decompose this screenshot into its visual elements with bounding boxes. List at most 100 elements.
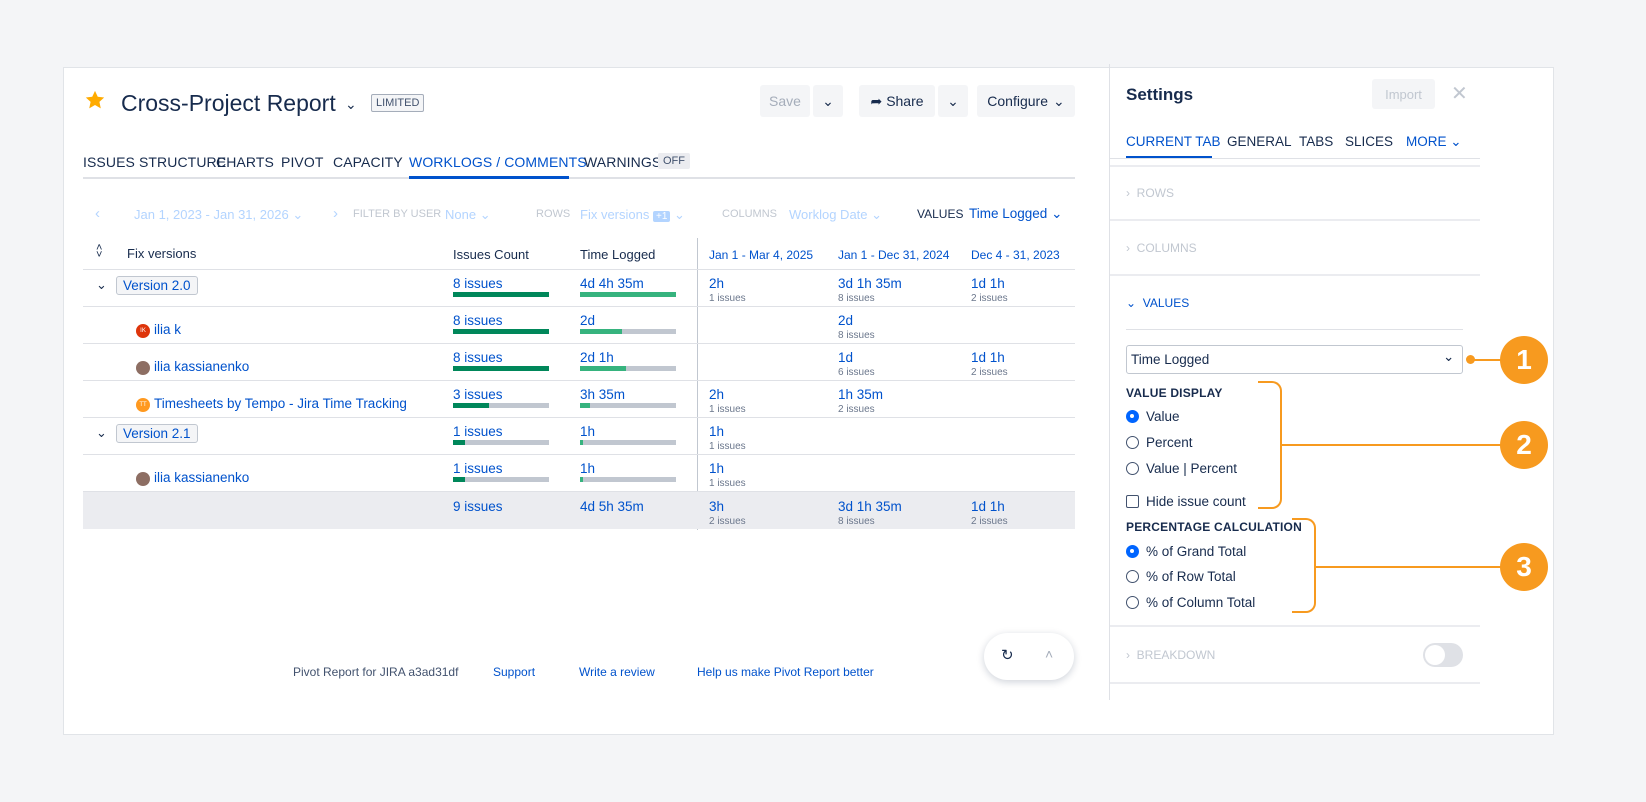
total-time-link[interactable]: 4d 5h 35m: [580, 499, 644, 514]
date-range-picker[interactable]: Jan 1, 2023 - Jan 31, 2026 ⌄: [134, 207, 303, 223]
radio-value[interactable]: Value: [1126, 409, 1180, 424]
settings-tab-tabs[interactable]: TABS: [1299, 134, 1333, 149]
time-logged-link[interactable]: 2d: [580, 313, 595, 328]
period-value-link[interactable]: 1h 35m: [838, 387, 883, 402]
breakdown-toggle[interactable]: [1423, 643, 1463, 667]
tab-pivot[interactable]: PIVOT: [281, 154, 324, 170]
period-value-link[interactable]: 1d 1h: [971, 350, 1005, 365]
import-button[interactable]: Import: [1372, 79, 1435, 109]
chevron-down-icon: ⌄: [479, 207, 491, 222]
total-issues-link[interactable]: 9 issues: [453, 499, 503, 514]
period-value-link[interactable]: 1h: [709, 424, 724, 439]
settings-tab-more[interactable]: MORE ⌄: [1406, 134, 1462, 150]
columns-select[interactable]: Worklog Date ⌄: [789, 207, 882, 223]
row-label-link[interactable]: ilia kassianenko: [154, 359, 249, 374]
period-value-link[interactable]: 2h: [709, 276, 724, 291]
chevron-right-icon: ›: [1126, 241, 1130, 255]
save-button[interactable]: Save: [760, 85, 810, 117]
period-value-link[interactable]: 1d: [838, 350, 853, 365]
row-label-link[interactable]: ilia k: [154, 322, 181, 337]
period-value-link[interactable]: 1d 1h: [971, 276, 1005, 291]
filter-by-user-select[interactable]: None ⌄: [445, 207, 491, 223]
radio-row-total[interactable]: % of Row Total: [1126, 569, 1236, 584]
issues-count-link[interactable]: 8 issues: [453, 276, 503, 291]
radio-value-percent-label: Value | Percent: [1146, 461, 1238, 476]
footer-review-link[interactable]: Write a review: [579, 665, 655, 679]
period-value-link[interactable]: 1h: [709, 461, 724, 476]
issues-count-link[interactable]: 1 issues: [453, 461, 503, 476]
warnings-off-badge: OFF: [658, 153, 690, 169]
share-dropdown-button[interactable]: ⌄: [938, 85, 968, 117]
issues-count-link[interactable]: 8 issues: [453, 350, 503, 365]
share-button[interactable]: ➦ Share: [859, 85, 935, 117]
close-icon[interactable]: ✕: [1451, 81, 1468, 106]
issues-count-link[interactable]: 8 issues: [453, 313, 503, 328]
issues-count-link[interactable]: 1 issues: [453, 424, 503, 439]
time-logged-link[interactable]: 1h: [580, 461, 595, 476]
row-divider: [83, 343, 1075, 344]
section-values[interactable]: ⌄ VALUES: [1126, 296, 1189, 310]
tab-capacity[interactable]: CAPACITY: [333, 154, 403, 170]
time-logged-link[interactable]: 4d 4h 35m: [580, 276, 644, 291]
settings-tab-general[interactable]: GENERAL: [1227, 134, 1292, 149]
radio-column-total[interactable]: % of Column Total: [1126, 595, 1255, 610]
total-period-link[interactable]: 3h: [709, 499, 724, 514]
tab-issues-structure[interactable]: ISSUES STRUCTURE: [83, 154, 226, 170]
refresh-icon[interactable]: ↻: [1001, 646, 1014, 664]
chevron-down-icon[interactable]: ⌄: [345, 96, 357, 113]
rows-select[interactable]: Fix versions +1 ⌄: [580, 207, 685, 223]
period-issue-count: 8 issues: [838, 330, 875, 341]
values-dropdown[interactable]: Time Logged ⌄: [1126, 345, 1463, 374]
header-period-1[interactable]: Jan 1 - Mar 4, 2025: [709, 248, 813, 280]
sort-toggle-icon[interactable]: ˄ ˅: [96, 243, 102, 261]
section-rows-label: ROWS: [1136, 186, 1175, 200]
radio-grand-total[interactable]: % of Grand Total: [1126, 544, 1246, 559]
radio-percent[interactable]: Percent: [1126, 435, 1193, 450]
radio-value-percent[interactable]: Value | Percent: [1126, 461, 1237, 476]
issues-count-bar: [453, 329, 549, 334]
version-tag[interactable]: Version 2.0: [116, 276, 198, 295]
chevron-down-icon[interactable]: ⌄: [96, 277, 107, 293]
star-icon[interactable]: [84, 89, 106, 111]
footer-help-link[interactable]: Help us make Pivot Report better: [697, 665, 874, 679]
hide-issue-count-checkbox[interactable]: Hide issue count: [1126, 494, 1246, 509]
tab-charts[interactable]: CHARTS: [216, 154, 274, 170]
period-issue-count: 1 issues: [709, 404, 746, 415]
period-value-link[interactable]: 3d 1h 35m: [838, 276, 902, 291]
settings-tab-current[interactable]: CURRENT TAB: [1126, 134, 1221, 149]
time-logged-link[interactable]: 2d 1h: [580, 350, 614, 365]
time-logged-bar: [580, 292, 676, 297]
tab-worklogs-comments[interactable]: WORKLOGS / COMMENTS: [409, 154, 587, 170]
header-fix-versions[interactable]: Fix versions: [127, 246, 196, 278]
values-label: VALUES: [917, 207, 964, 221]
time-logged-link[interactable]: 1h: [580, 424, 595, 439]
next-arrow-icon[interactable]: ›: [333, 205, 338, 222]
section-columns[interactable]: › COLUMNS: [1126, 241, 1197, 255]
save-dropdown-button[interactable]: ⌄: [813, 85, 843, 117]
bar-fill: [453, 366, 549, 371]
time-logged-link[interactable]: 3h 35m: [580, 387, 625, 402]
row-label-link[interactable]: Timesheets by Tempo - Jira Time Tracking: [154, 396, 407, 411]
footer-support-link[interactable]: Support: [493, 665, 535, 679]
row-label-link[interactable]: ilia kassianenko: [154, 470, 249, 485]
chevron-up-icon[interactable]: ˄: [1045, 646, 1053, 662]
version-tag[interactable]: Version 2.1: [116, 424, 198, 443]
header-issues-count[interactable]: Issues Count: [453, 247, 529, 279]
configure-button[interactable]: Configure ⌄: [977, 85, 1075, 117]
settings-tab-slices[interactable]: SLICES: [1345, 134, 1393, 149]
period-value-link[interactable]: 2h: [709, 387, 724, 402]
chevron-down-icon[interactable]: ⌄: [96, 425, 107, 441]
section-breakdown[interactable]: › BREAKDOWN: [1126, 648, 1215, 662]
section-rows[interactable]: › ROWS: [1126, 186, 1174, 200]
period-value-link[interactable]: 2d: [838, 313, 853, 328]
date-range-value: Jan 1, 2023 - Jan 31, 2026: [134, 207, 289, 222]
bar-fill: [580, 477, 583, 482]
header-time-logged[interactable]: Time Logged: [580, 247, 655, 279]
toggle-knob: [1425, 645, 1445, 665]
issues-count-link[interactable]: 3 issues: [453, 387, 503, 402]
total-period-link[interactable]: 3d 1h 35m: [838, 499, 902, 514]
values-select[interactable]: Time Logged ⌄: [969, 206, 1062, 222]
prev-arrow-icon[interactable]: ‹: [95, 205, 100, 222]
total-period-link[interactable]: 1d 1h: [971, 499, 1005, 514]
tab-warnings[interactable]: WARNINGS: [584, 154, 661, 170]
